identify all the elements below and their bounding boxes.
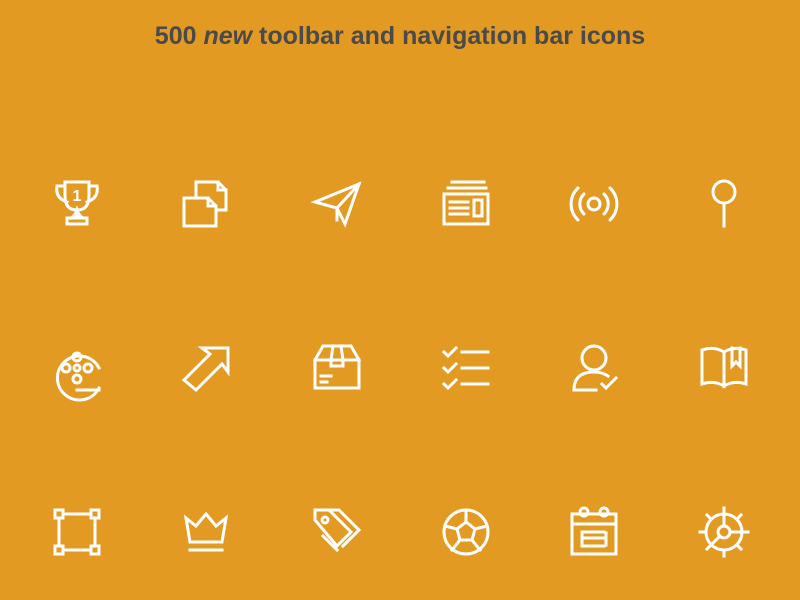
book-bookmark-icon	[696, 340, 752, 396]
trophy-icon: 1	[49, 176, 105, 232]
film-reel-icon	[49, 340, 105, 402]
documents-icon	[178, 176, 234, 232]
newspaper-icon	[438, 176, 494, 232]
settings-gear-icon	[696, 504, 752, 560]
arrow-up-right-icon	[178, 340, 234, 396]
crop-frame-icon	[49, 504, 105, 560]
page-title: 500 new toolbar and navigation bar icons	[0, 22, 800, 51]
title-emphasis: new	[203, 22, 253, 50]
title-suffix: toolbar and navigation bar icons	[252, 22, 646, 50]
trophy-number: 1	[73, 188, 82, 205]
title-prefix: 500	[154, 22, 204, 50]
crown-icon	[178, 504, 234, 560]
calendar-icon	[566, 504, 622, 560]
tags-icon	[309, 504, 365, 560]
paper-plane-icon	[309, 176, 365, 232]
user-check-icon	[566, 340, 622, 396]
box-icon	[309, 340, 365, 396]
broadcast-icon	[566, 176, 622, 232]
icon-showcase: 500 new toolbar and navigation bar icons…	[0, 0, 800, 600]
pushpin-icon	[696, 176, 752, 232]
checklist-icon	[438, 340, 494, 396]
soccer-ball-icon	[438, 504, 494, 560]
